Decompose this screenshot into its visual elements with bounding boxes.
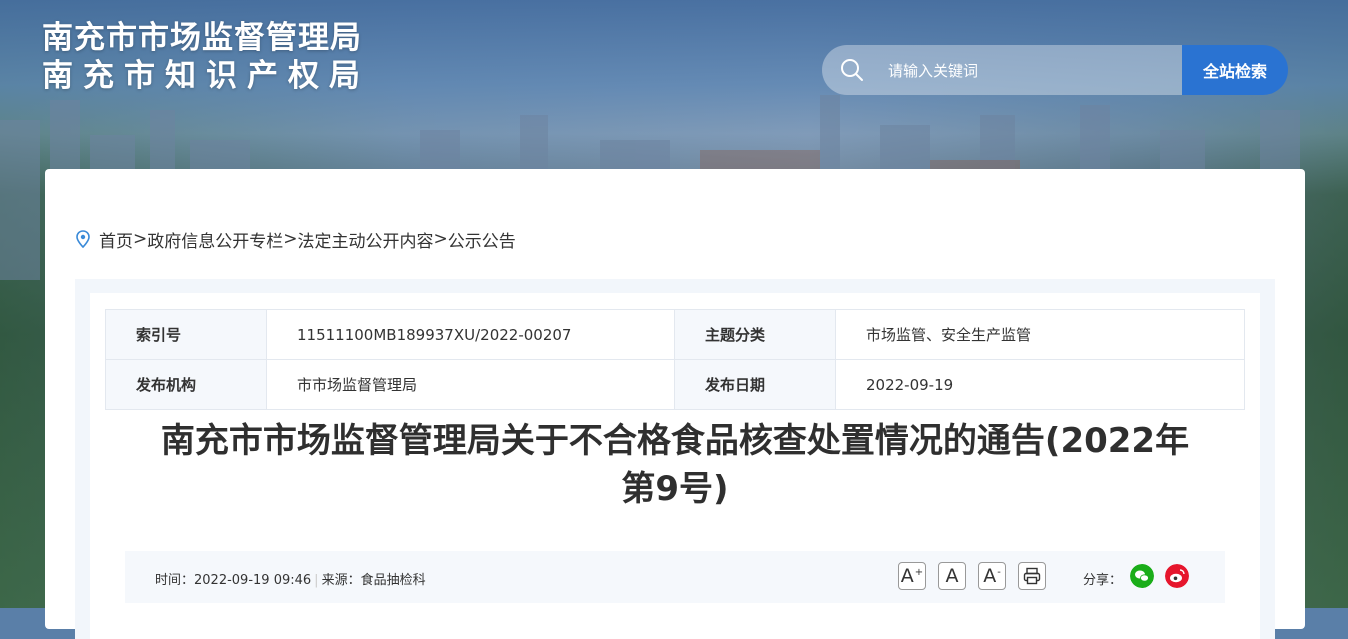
breadcrumb: 首页 > 政府信息公开专栏 > 法定主动公开内容 > 公示公告 xyxy=(75,227,516,252)
article-meta-text: 时间：2022-09-19 09:46 | 来源：食品抽检科 xyxy=(155,573,426,588)
breadcrumb-separator: > xyxy=(433,229,448,249)
source-label: 来源： xyxy=(321,573,361,588)
weibo-icon[interactable] xyxy=(1165,564,1189,588)
article-container: 索引号 11511100MB189937XU/2022-00207 主题分类 市… xyxy=(75,279,1275,639)
font-increase-button[interactable]: A + xyxy=(898,562,926,590)
search-box xyxy=(822,45,1192,95)
article-body: 索引号 11511100MB189937XU/2022-00207 主题分类 市… xyxy=(90,293,1260,639)
site-brand[interactable]: 南充市市场监督管理局 南充市知识产权局 xyxy=(42,20,370,96)
date-label: 发布日期 xyxy=(674,359,836,410)
article-info-bar: 时间：2022-09-19 09:46|来源：食品抽检科 A+ A A- xyxy=(125,551,1225,603)
time-label: 时间： xyxy=(155,573,195,588)
publisher-label: 发布机构 xyxy=(105,359,267,410)
font-normal-letter: A xyxy=(945,565,959,587)
wechat-icon[interactable] xyxy=(1130,564,1154,588)
table-row: 发布机构 市市场监督管理局 发布日期 2022-09-19 xyxy=(105,359,1245,410)
breadcrumb-statutory-content[interactable]: 法定主动公开内容 xyxy=(298,227,434,252)
breadcrumb-home[interactable]: 首页 xyxy=(99,227,133,252)
print-button[interactable] xyxy=(1018,562,1046,590)
article-title-line-1: 南充市市场监督管理局关于不合格食品核查处置情况的通告(2022年 xyxy=(160,421,1190,461)
font-decrease-letter: A xyxy=(983,565,997,587)
site-search: 全站检索 xyxy=(822,45,1288,95)
org-name-primary: 南充市市场监督管理局 xyxy=(42,20,362,56)
font-decrease-button[interactable]: A- xyxy=(978,562,1006,590)
time-value: 2022-09-19 09:46 xyxy=(194,573,312,588)
plus-sign: + xyxy=(914,566,924,578)
breadcrumb-separator: > xyxy=(283,229,298,249)
site-search-button[interactable]: 全站检索 xyxy=(1182,45,1288,95)
article-title: 南充市市场监督管理局关于不合格食品核查处置情况的通告(2022年 第9号) xyxy=(150,417,1200,513)
topic-value: 市场监管、安全生产监管 xyxy=(835,309,1245,360)
print-icon xyxy=(1023,567,1041,585)
metadata-table: 索引号 11511100MB189937XU/2022-00207 主题分类 市… xyxy=(105,309,1245,410)
breadcrumb-announcements[interactable]: 公示公告 xyxy=(448,227,516,252)
search-input[interactable] xyxy=(886,58,1180,84)
article-title-line-2: 第9号) xyxy=(621,469,729,509)
breadcrumb-separator: > xyxy=(133,229,148,249)
breadcrumb-gov-info[interactable]: 政府信息公开专栏 xyxy=(147,227,283,252)
index-value: 11511100MB189937XU/2022-00207 xyxy=(266,309,675,360)
source-value: 食品抽检科 xyxy=(360,573,426,588)
content-card: 首页 > 政府信息公开专栏 > 法定主动公开内容 > 公示公告 索引号 1151… xyxy=(45,169,1305,639)
search-icon xyxy=(841,59,863,81)
table-row: 索引号 11511100MB189937XU/2022-00207 主题分类 市… xyxy=(105,309,1245,360)
date-value: 2022-09-19 xyxy=(835,359,1245,410)
minus-sign: - xyxy=(997,566,1001,578)
share-label: 分享： xyxy=(1083,573,1123,588)
topic-label: 主题分类 xyxy=(674,309,836,360)
publisher-value: 市市场监督管理局 xyxy=(266,359,675,410)
font-normal-button[interactable]: A xyxy=(938,562,966,590)
org-name-secondary: 南充市知识产权局 xyxy=(42,58,370,94)
location-pin-icon xyxy=(76,230,90,248)
index-label: 索引号 xyxy=(105,309,267,360)
font-increase-letter: A xyxy=(900,565,914,587)
